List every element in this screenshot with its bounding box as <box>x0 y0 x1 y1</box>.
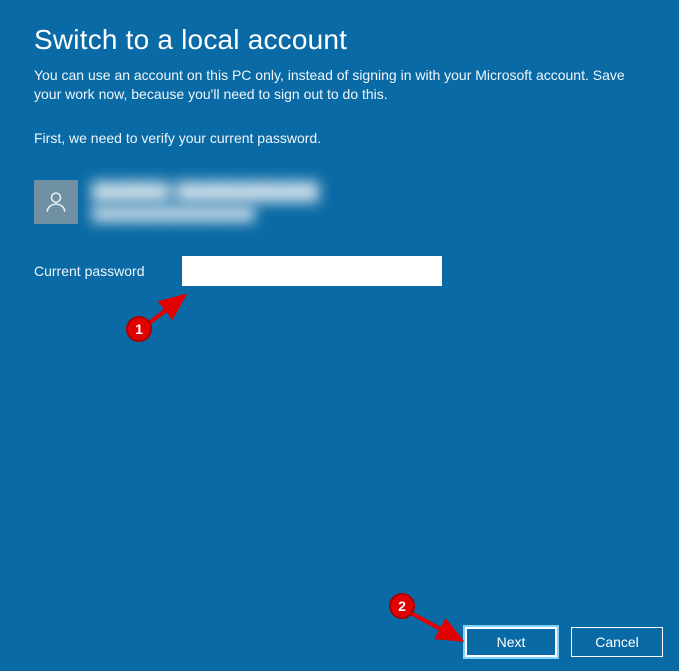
verify-prompt: First, we need to verify your current pa… <box>34 130 645 146</box>
page-title: Switch to a local account <box>34 24 645 56</box>
user-email: ████████████████ <box>92 206 319 221</box>
user-icon <box>43 189 69 215</box>
current-password-input[interactable] <box>182 256 442 286</box>
page-description: You can use an account on this PC only, … <box>34 66 645 104</box>
dialog-body: Switch to a local account You can use an… <box>0 0 679 286</box>
next-button[interactable]: Next <box>465 627 557 657</box>
password-label: Current password <box>34 263 154 279</box>
dialog-footer: Next Cancel <box>465 627 663 657</box>
password-row: Current password <box>34 256 645 286</box>
annotation-arrow-2 <box>403 606 473 650</box>
avatar <box>34 180 78 224</box>
user-row: ██████ ███████████ ████████████████ <box>34 180 645 224</box>
annotation-badge-1: 1 <box>126 316 152 342</box>
cancel-button[interactable]: Cancel <box>571 627 663 657</box>
user-display-name: ██████ ███████████ <box>92 182 319 202</box>
user-text: ██████ ███████████ ████████████████ <box>92 182 319 221</box>
annotation-badge-2: 2 <box>389 593 415 619</box>
